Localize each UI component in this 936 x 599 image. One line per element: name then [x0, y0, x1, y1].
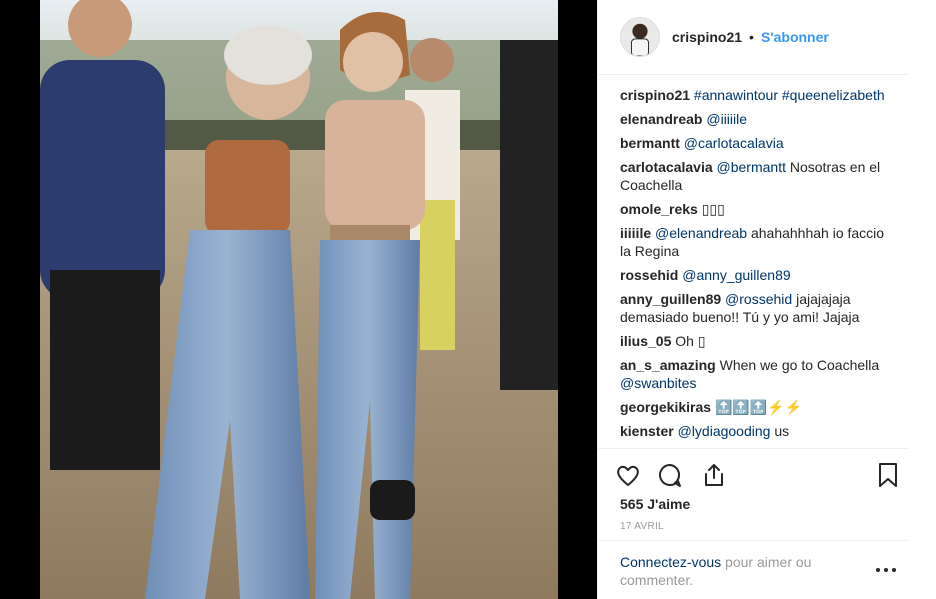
- comment-item: ilius_05 Oh ▯: [620, 332, 895, 350]
- comment-item: anny_guillen89 @rossehid jajajajaja dema…: [620, 290, 895, 326]
- comment-item: kienster @lydiagooding us: [620, 422, 895, 440]
- comment-author[interactable]: crispino21: [620, 87, 690, 103]
- comment-list: crispino21 #annawintour #queenelizabeth e…: [620, 86, 895, 446]
- comment-scrollbar[interactable]: [900, 80, 908, 448]
- comment-author[interactable]: anny_guillen89: [620, 291, 721, 307]
- post-sidebar: crispino21 • S'abonner crispino21 #annaw…: [597, 0, 936, 599]
- comment-text: us: [770, 423, 790, 439]
- comment-mention-link[interactable]: #queenelizabeth: [782, 87, 885, 103]
- login-text: Connectez-vous pour aimer ou commenter.: [620, 553, 835, 589]
- comment-item: omole_reks ▯▯▯: [620, 200, 895, 218]
- login-prompt: Connectez-vous pour aimer ou commenter.: [598, 540, 908, 599]
- post-header: crispino21 • S'abonner: [598, 0, 908, 75]
- comment-mention-link[interactable]: @swanbites: [620, 375, 696, 391]
- comment-item: iiiiile @elenandreab ahahahhhah io facci…: [620, 224, 895, 260]
- comment-mention-link[interactable]: @iiiiile: [706, 111, 747, 127]
- comment-mention-link[interactable]: @elenandreab: [655, 225, 747, 241]
- comment-author[interactable]: bermantt: [620, 135, 680, 151]
- post-date: 17 AVRIL: [620, 521, 664, 532]
- comment-author[interactable]: iiiiile: [620, 225, 651, 241]
- comment-item: elenandreab @iiiiile: [620, 110, 895, 128]
- like-count[interactable]: 565 J'aime: [620, 496, 690, 512]
- comment-text: 🔝🔝🔝⚡⚡: [714, 399, 803, 415]
- heart-icon[interactable]: [614, 461, 642, 489]
- action-bar: [598, 448, 908, 500]
- photo-panel: [0, 0, 597, 599]
- separator-dot: •: [749, 29, 754, 45]
- post-photo[interactable]: [40, 0, 558, 599]
- comment-mention-link[interactable]: @rossehid: [725, 291, 792, 307]
- comment-author[interactable]: an_s_amazing: [620, 357, 716, 373]
- comment-item: bermantt @carlotacalavia: [620, 134, 895, 152]
- comment-author[interactable]: rossehid: [620, 267, 678, 283]
- comment-author[interactable]: elenandreab: [620, 111, 702, 127]
- comment-author[interactable]: kienster: [620, 423, 674, 439]
- comment-mention-link[interactable]: #annawintour: [694, 87, 778, 103]
- festival-photo-illustration: [40, 0, 558, 599]
- comment-item: crispino21 #annawintour #queenelizabeth: [620, 86, 895, 104]
- bookmark-icon[interactable]: [874, 461, 902, 489]
- header-username[interactable]: crispino21: [672, 29, 742, 45]
- avatar[interactable]: [620, 17, 660, 57]
- comment-icon[interactable]: [656, 461, 684, 489]
- avatar-image: [621, 18, 659, 56]
- comment-text: Oh ▯: [675, 333, 706, 349]
- comment-author[interactable]: ilius_05: [620, 333, 671, 349]
- comment-item: an_s_amazing When we go to Coachella @sw…: [620, 356, 895, 392]
- comment-item: georgekikiras 🔝🔝🔝⚡⚡: [620, 398, 895, 416]
- comment-author[interactable]: carlotacalavia: [620, 159, 713, 175]
- comment-mention-link[interactable]: @lydiagooding: [678, 423, 771, 439]
- comment-author[interactable]: omole_reks: [620, 201, 698, 217]
- follow-button[interactable]: S'abonner: [761, 29, 829, 45]
- comment-item: carlotacalavia @bermantt Nosotras en el …: [620, 158, 895, 194]
- comment-author[interactable]: georgekikiras: [620, 399, 711, 415]
- login-link[interactable]: Connectez-vous: [620, 554, 721, 570]
- comment-mention-link[interactable]: @carlotacalavia: [684, 135, 784, 151]
- comment-item: rossehid @anny_guillen89: [620, 266, 895, 284]
- comment-mention-link[interactable]: @anny_guillen89: [682, 267, 790, 283]
- more-options-icon[interactable]: [874, 563, 898, 575]
- comment-text: When we go to Coachella: [719, 357, 880, 373]
- comment-text: ▯▯▯: [701, 201, 725, 217]
- comment-mention-link[interactable]: @bermantt: [717, 159, 786, 175]
- share-icon[interactable]: [700, 461, 728, 489]
